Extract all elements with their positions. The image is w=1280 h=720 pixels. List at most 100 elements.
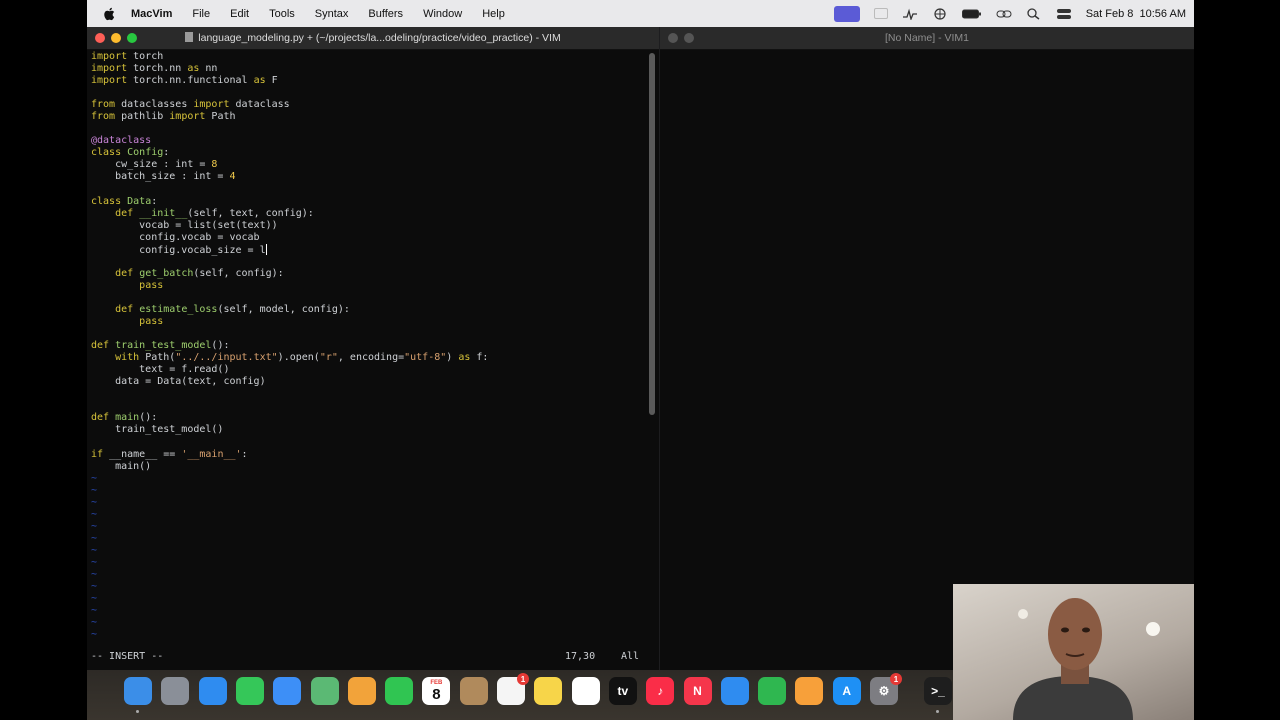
appletv-icon[interactable]: tv [608,677,637,705]
battery-icon[interactable] [961,8,982,20]
code-line: def __init__(self, text, config): [91,208,646,220]
messages-icon[interactable] [235,677,264,705]
apple-menu-icon[interactable] [101,6,117,22]
title-bar[interactable]: [No Name] - VIM1 [660,27,1194,50]
code-line: pass [91,280,646,292]
network-icon[interactable] [932,7,948,20]
finder-icon[interactable] [124,677,152,705]
code-token: Data [127,195,152,207]
numbers-icon[interactable] [758,677,787,705]
code-token: "../../input.txt" [175,352,278,364]
code-line: class Config: [91,147,646,159]
text-cursor [265,243,267,255]
code-line: def main(): [91,412,646,424]
keynote-icon[interactable] [720,677,749,705]
code-token: pathlib [115,111,170,123]
search-icon[interactable] [1026,7,1042,20]
music-icon[interactable]: ♪ [646,677,675,705]
clock[interactable]: Sat Feb 8 10:56 AM [1086,8,1186,20]
menu-window[interactable]: Window [423,8,462,20]
calendar-icon[interactable]: FEB 8 [422,677,451,705]
menu-buffers[interactable]: Buffers [368,8,403,20]
control-center-icon[interactable] [1056,8,1072,20]
launchpad-icon[interactable] [161,677,190,705]
empty-line-marker: ~ [91,484,98,496]
cursor-position: 17,30 [565,651,596,662]
menu-edit[interactable]: Edit [230,8,249,20]
menu-syntax[interactable]: Syntax [315,8,349,20]
activity-icon[interactable] [902,8,918,21]
code-line: text = f.read() [91,364,646,376]
system-settings-icon[interactable]: ⚙ 1 [870,673,902,705]
menu-file[interactable]: File [192,8,210,20]
code-token: vocab = list(set(text)) [91,219,278,231]
code-token: def [115,267,134,279]
empty-line-marker: ~ [91,629,98,641]
menu-app-name[interactable]: MacVim [131,8,172,20]
code-token: dataclasses [115,99,194,111]
code-token: (self, text, config): [187,207,314,219]
code-token: import [91,51,128,62]
appstore-icon[interactable]: A [832,677,861,705]
zoom-icon[interactable] [127,33,137,43]
close-icon[interactable] [668,33,678,43]
scrollbar[interactable] [649,53,655,415]
code-token: def [115,303,134,315]
contacts-icon[interactable] [459,677,488,705]
code-token: batch_size : int = [91,171,230,183]
empty-line-marker: ~ [91,520,98,532]
menu-bar: MacVim File Edit Tools Syntax Buffers Wi… [87,0,1194,27]
code-token: config.vocab = vocab [91,231,260,243]
code-editor[interactable]: import torch import torch.nn as nn import … [91,51,646,655]
minimize-icon[interactable] [684,33,694,43]
code-token: ) [446,352,459,364]
code-line: vocab = list(set(text)) [91,220,646,232]
code-token: def [91,412,110,424]
mail-icon[interactable] [273,677,302,705]
title-bar[interactable]: language_modeling.py + (~/projects/la...… [87,27,659,50]
vim-window-empty[interactable]: [No Name] - VIM1 [660,27,1194,670]
menu-help[interactable]: Help [482,8,505,20]
minimize-icon[interactable] [111,33,121,43]
facetime-icon[interactable] [385,677,414,705]
code-token: get_batch [139,267,194,279]
menu-tools[interactable]: Tools [269,8,295,20]
code-token: torch [127,51,164,62]
code-token: def [115,207,134,219]
screen-recording-icon[interactable] [833,5,860,22]
code-token: def [91,340,110,352]
empty-line-marker: ~ [91,472,98,484]
freeform-icon[interactable] [571,677,600,705]
link-icon[interactable] [996,8,1012,20]
close-icon[interactable] [95,33,105,43]
notes-icon[interactable] [534,677,563,705]
window-icon[interactable] [873,8,888,19]
code-token: "utf-8" [404,352,447,364]
notification-badge: 1 [890,673,902,685]
safari-icon[interactable] [198,677,227,705]
document-icon [185,32,194,42]
photos-icon[interactable] [347,677,376,705]
pages-icon[interactable] [795,677,824,705]
code-token: import [169,111,206,123]
code-line: def train_test_model(): [91,340,646,352]
maps-icon[interactable] [310,677,339,705]
code-token: : [163,147,170,159]
code-token: from [91,99,116,111]
vim-window-main[interactable]: language_modeling.py + (~/projects/la...… [87,27,659,670]
code-token: main [115,412,140,424]
dock-icon-glyph: A [842,684,852,698]
code-token: torch.nn [127,63,188,75]
news-icon[interactable]: N [683,677,712,705]
code-line: def get_batch(self, config): [91,268,646,280]
code-token: 4 [229,171,236,183]
code-token: main() [91,460,152,472]
terminal-icon[interactable]: >_ [924,677,952,705]
reminders-icon[interactable]: 1 [497,673,529,705]
code-token: estimate_loss [139,303,218,315]
